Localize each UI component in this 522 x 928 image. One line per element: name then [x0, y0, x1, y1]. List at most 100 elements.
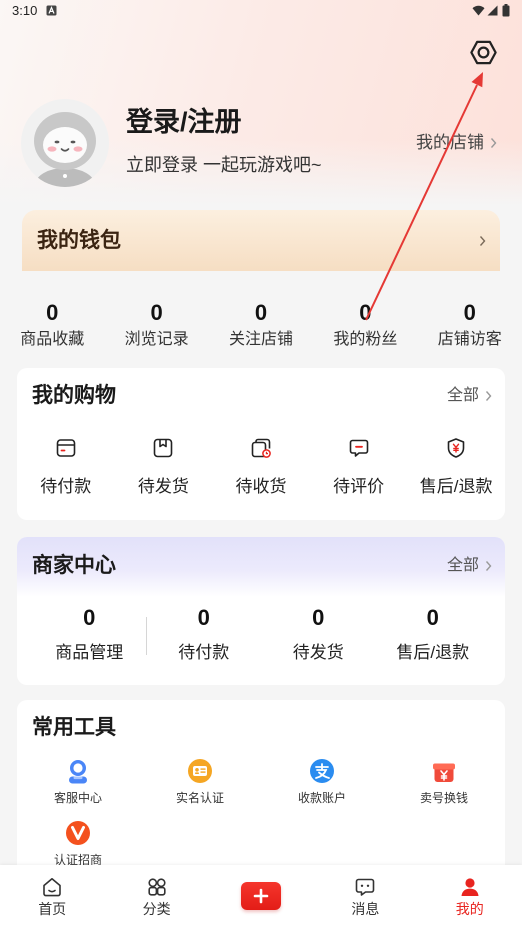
stat-label: 浏览记录 [124, 331, 189, 348]
stat-value: 0 [359, 300, 372, 325]
stat-history[interactable]: 0 浏览记录 [104, 299, 208, 351]
merchant-label: 待发货 [292, 643, 344, 662]
stat-shop-visitors[interactable]: 0 店铺访客 [418, 299, 522, 351]
tool-label: 卖号换钱 [419, 791, 468, 805]
order-status-label: 待评价 [333, 477, 385, 496]
stat-label: 关注店铺 [228, 331, 293, 348]
nav-profile[interactable]: 我的 [418, 865, 522, 928]
merchant-center-card: 商家中心 全部 0 商品管理 0 待付款 0 待发货 0 售后/退款 [17, 537, 505, 685]
my-shop-label: 我的店铺 [416, 133, 484, 152]
nav-label: 消息 [351, 901, 380, 917]
pending-review-icon [349, 439, 368, 457]
order-pending-payment[interactable]: 待付款 [17, 436, 115, 498]
wallet-title: 我的钱包 [37, 229, 121, 252]
stat-value: 0 [150, 300, 163, 325]
profile-icon [461, 878, 479, 896]
stat-label: 店铺访客 [437, 331, 502, 348]
merchant-label: 售后/退款 [396, 643, 470, 662]
merchant-label: 商品管理 [55, 643, 124, 662]
nav-publish[interactable] [209, 865, 313, 928]
merchant-value: 0 [197, 605, 210, 630]
merchant-label: 待付款 [178, 643, 230, 662]
stat-followed-shops[interactable]: 0 关注店铺 [209, 299, 313, 351]
shopping-all-link[interactable]: 全部 [447, 385, 492, 407]
stat-fans[interactable]: 0 我的粉丝 [313, 299, 417, 351]
stat-value: 0 [254, 300, 268, 325]
publish-button[interactable] [240, 882, 281, 910]
order-status-label: 售后/退款 [419, 477, 493, 496]
nav-label: 我的 [455, 901, 484, 917]
chevron-right-icon [490, 138, 497, 148]
stat-label: 我的粉丝 [333, 331, 398, 348]
profile-screen: 3:10 登录/注册 立即登录 一起玩游戏吧~ 我的店铺 我的钱包 0 商品收藏… [0, 0, 522, 928]
order-status-label: 待收货 [235, 477, 287, 496]
tool-label: 收款账户 [297, 791, 346, 805]
tool-id-verification[interactable]: 实名认证 [139, 758, 261, 820]
stat-value: 0 [463, 300, 476, 325]
card-title: 商家中心 [32, 554, 116, 577]
chevron-right-icon [485, 561, 492, 571]
all-label: 全部 [446, 557, 479, 574]
merchant-after-sales[interactable]: 0 售后/退款 [376, 604, 491, 664]
alipay-account-icon [310, 759, 334, 783]
default-avatar-icon [21, 99, 109, 187]
message-icon [356, 878, 375, 896]
tool-payment-account[interactable]: 收款账户 [261, 758, 383, 820]
a-notification-icon [46, 5, 57, 16]
customer-service-icon [69, 760, 87, 784]
login-register-link[interactable]: 登录/注册 [126, 105, 242, 139]
merchant-stats-row: 0 商品管理 0 待付款 0 待发货 0 售后/退款 [17, 604, 505, 664]
category-icon [147, 878, 166, 896]
battery-icon [502, 4, 510, 17]
merchant-verified-icon [66, 821, 90, 845]
merchant-value: 0 [83, 605, 96, 630]
order-pending-review[interactable]: 待评价 [310, 436, 408, 498]
nav-category[interactable]: 分类 [104, 865, 208, 928]
bottom-nav: 首页 分类 消息 我的 [0, 865, 522, 928]
nav-messages[interactable]: 消息 [313, 865, 417, 928]
tools-grid: 客服中心 实名认证 收款账户 卖号换钱 认证招商 [17, 758, 505, 882]
sell-account-icon [433, 763, 455, 782]
my-shop-link[interactable]: 我的店铺 [416, 132, 497, 154]
order-status-row: 待付款 待发货 待收货 待评价 售后/退款 [17, 436, 505, 498]
card-title: 常用工具 [32, 716, 116, 739]
status-time: 3:10 [12, 3, 38, 18]
wallet-card[interactable]: 我的钱包 [22, 210, 500, 271]
tool-customer-service[interactable]: 客服中心 [17, 758, 139, 820]
nav-home[interactable]: 首页 [0, 865, 104, 928]
order-status-label: 待付款 [40, 477, 92, 496]
stats-row: 0 商品收藏 0 浏览记录 0 关注店铺 0 我的粉丝 0 店铺访客 [0, 299, 522, 351]
merchant-product-management[interactable]: 0 商品管理 [32, 604, 147, 664]
chevron-right-icon [485, 391, 492, 401]
stat-label: 商品收藏 [20, 331, 85, 348]
divider [146, 617, 147, 655]
nav-label: 首页 [38, 901, 67, 917]
pending-shipment-icon [154, 438, 173, 458]
order-status-label: 待发货 [137, 477, 189, 496]
tool-label: 客服中心 [53, 791, 102, 805]
all-label: 全部 [446, 387, 479, 404]
tool-sell-account[interactable]: 卖号换钱 [383, 758, 505, 820]
merchant-all-link[interactable]: 全部 [447, 555, 492, 577]
signal-icon [487, 5, 498, 16]
merchant-pending-payment[interactable]: 0 待付款 [147, 604, 262, 664]
avatar[interactable] [21, 99, 109, 187]
pending-receipt-icon [251, 438, 271, 458]
merchant-value: 0 [426, 605, 439, 630]
after-sales-refund-icon [447, 438, 465, 458]
order-pending-shipment[interactable]: 待发货 [115, 436, 213, 498]
publish-plus-icon [253, 888, 269, 904]
merchant-pending-shipment[interactable]: 0 待发货 [261, 604, 376, 664]
wifi-icon [472, 5, 485, 16]
settings-icon[interactable] [468, 37, 499, 68]
order-after-sales[interactable]: 售后/退款 [407, 436, 505, 498]
my-shopping-card: 我的购物 全部 待付款 待发货 待收货 待评价 售后/退款 [17, 368, 505, 520]
stat-favorites[interactable]: 0 商品收藏 [0, 299, 104, 351]
chevron-right-icon [479, 236, 486, 246]
pending-payment-icon [56, 439, 76, 457]
order-pending-receipt[interactable]: 待收货 [212, 436, 310, 498]
merchant-value: 0 [312, 605, 325, 630]
nav-label: 分类 [142, 901, 171, 917]
tool-label: 实名认证 [175, 791, 224, 805]
home-icon [43, 878, 61, 897]
